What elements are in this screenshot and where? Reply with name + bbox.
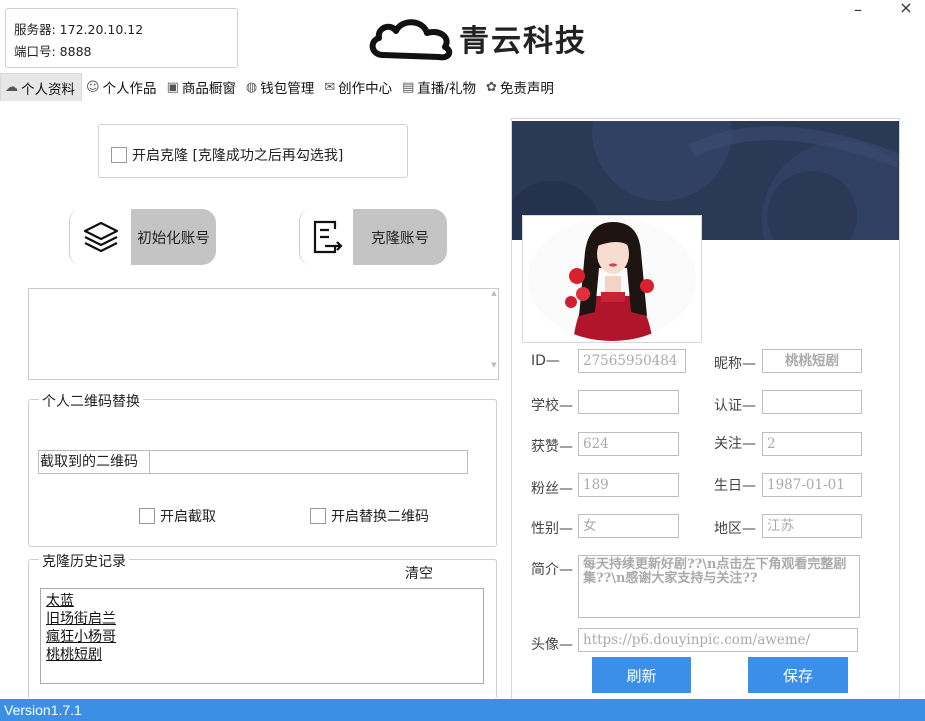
profile-fans-label: 粉丝—: [531, 481, 573, 497]
profile-school-label: 学校—: [531, 398, 573, 414]
tab-label: 直播/礼物: [417, 81, 476, 97]
tab-label: 钱包管理: [260, 81, 315, 97]
avatar-frame: [522, 215, 702, 343]
init-account-button[interactable]: 初始化账号: [69, 209, 216, 265]
profile-school-field[interactable]: [578, 390, 679, 414]
profile-follow-label: 关注—: [714, 436, 756, 452]
status-bar: Version1.7.1: [0, 699, 925, 721]
tab-profile[interactable]: ☁ 个人资料: [0, 73, 82, 101]
tab-disclaimer[interactable]: ✿ 免责声明: [482, 73, 560, 101]
profile-verify-field[interactable]: [762, 390, 862, 414]
profile-region-label: 地区—: [714, 521, 756, 537]
server-port: 端口号: 8888: [14, 44, 92, 59]
init-account-label: 初始化账号: [131, 209, 216, 265]
tab-bar: ☁ 个人资料 ☺ 个人作品 ▣ 商品橱窗 ◍ 钱包管理 ✉ 创作中心 ▤ 直播/…: [0, 73, 560, 103]
refresh-button[interactable]: 刷新: [592, 657, 691, 693]
log-scrollbar[interactable]: ▲ ▼: [490, 289, 498, 379]
enable-capture-label: 开启截取: [160, 509, 216, 525]
history-group-title: 克隆历史记录: [39, 551, 129, 571]
enable-replace-qr-checkbox[interactable]: 开启替换二维码: [310, 506, 429, 526]
profile-birthday-label: 生日—: [714, 478, 756, 494]
logo-text: 青云科技: [459, 24, 587, 59]
profile-likes-label: 获赞—: [531, 439, 573, 455]
captured-qr-label: 截取到的二维码: [38, 450, 150, 474]
profile-nickname-field[interactable]: 桃桃短剧: [762, 349, 862, 373]
history-item[interactable]: 旧场街启兰: [46, 610, 478, 628]
showcase-icon: ▣: [166, 79, 179, 95]
profile-id-field[interactable]: 27565950484: [578, 349, 686, 373]
clear-history-button[interactable]: 清空: [405, 563, 433, 583]
layers-icon: [69, 209, 131, 265]
cloud-icon: ☁: [5, 80, 18, 95]
tab-showcase[interactable]: ▣ 商品橱窗: [163, 73, 242, 101]
qr-replace-group: 个人二维码替换 截取到的二维码 开启截取 开启替换二维码: [28, 391, 497, 547]
profile-id-label: ID—: [531, 353, 560, 369]
qr-group-title: 个人二维码替换: [39, 391, 143, 411]
log-textarea[interactable]: ▲ ▼: [28, 288, 499, 380]
profile-fans-field[interactable]: 189: [578, 473, 679, 497]
enable-clone-checkbox[interactable]: 开启克隆 [克隆成功之后再勾选我]: [111, 145, 343, 165]
clone-account-button[interactable]: 克隆账号: [299, 209, 447, 265]
wallet-icon: ◍: [245, 79, 258, 95]
captured-qr-input[interactable]: [149, 450, 468, 474]
cloud-logo-icon: [369, 19, 453, 61]
tab-label: 个人作品: [102, 81, 157, 97]
minimize-button[interactable]: –: [848, 0, 868, 19]
enable-clone-label: 开启克隆 [克隆成功之后再勾选我]: [132, 148, 344, 164]
version-label: Version1.7.1: [4, 702, 82, 718]
profile-gender-field[interactable]: 女: [578, 514, 679, 538]
history-item[interactable]: 桃桃短剧: [46, 646, 478, 664]
profile-region-field[interactable]: 江苏: [762, 514, 862, 538]
checkbox-square[interactable]: [310, 508, 326, 524]
history-list[interactable]: 太蓝 旧场街启兰 瘋狂小杨哥 桃桃短剧: [40, 588, 484, 684]
history-item[interactable]: 太蓝: [46, 592, 478, 610]
profile-avatar-url-field[interactable]: https://p6.douyinpic.com/aweme/: [578, 628, 858, 652]
avatar: [528, 217, 696, 341]
profile-follow-field[interactable]: 2: [762, 432, 862, 456]
checkbox-square[interactable]: [111, 147, 127, 163]
profile-bio-field[interactable]: 每天持续更新好剧??\n点击左下角观看完整剧集??\n感谢大家支持与关注??: [578, 555, 860, 618]
tab-live[interactable]: ▤ 直播/礼物: [398, 73, 482, 101]
profile-verify-label: 认证—: [714, 398, 756, 414]
live-icon: ▤: [402, 79, 415, 95]
enable-capture-checkbox[interactable]: 开启截取: [139, 506, 216, 526]
profile-likes-field[interactable]: 624: [578, 432, 679, 456]
tab-wallet[interactable]: ◍ 钱包管理: [242, 73, 320, 101]
history-item[interactable]: 瘋狂小杨哥: [46, 628, 478, 646]
disclaimer-icon: ✿: [485, 79, 497, 95]
server-info-box: 服务器: 172.20.10.12 端口号: 8888: [5, 8, 238, 68]
profile-gender-label: 性别—: [531, 521, 573, 537]
app-logo: 青云科技: [365, 12, 587, 64]
enable-replace-qr-label: 开启替换二维码: [331, 509, 429, 525]
export-doc-icon: [299, 209, 353, 265]
tab-label: 个人资料: [21, 81, 75, 98]
tab-label: 免责声明: [499, 81, 554, 97]
tab-works[interactable]: ☺ 个人作品: [82, 73, 163, 101]
tab-label: 创作中心: [338, 81, 393, 97]
profile-avatar-label: 头像—: [531, 637, 573, 653]
checkbox-square[interactable]: [139, 508, 155, 524]
save-button[interactable]: 保存: [748, 657, 848, 693]
server-address: 服务器: 172.20.10.12: [14, 22, 144, 37]
profile-nickname-label: 昵称—: [714, 356, 756, 372]
tab-label: 商品橱窗: [181, 81, 236, 97]
clone-option-box: 开启克隆 [克隆成功之后再勾选我]: [98, 124, 408, 178]
mail-icon: ✉: [324, 79, 336, 95]
clone-account-label: 克隆账号: [353, 209, 447, 265]
profile-birthday-field[interactable]: 1987-01-01: [762, 473, 862, 497]
tab-creator[interactable]: ✉ 创作中心: [320, 73, 398, 101]
profile-bio-label: 简介—: [531, 562, 573, 578]
close-button[interactable]: ×: [896, 0, 916, 17]
emoji-icon: ☺: [86, 79, 100, 95]
